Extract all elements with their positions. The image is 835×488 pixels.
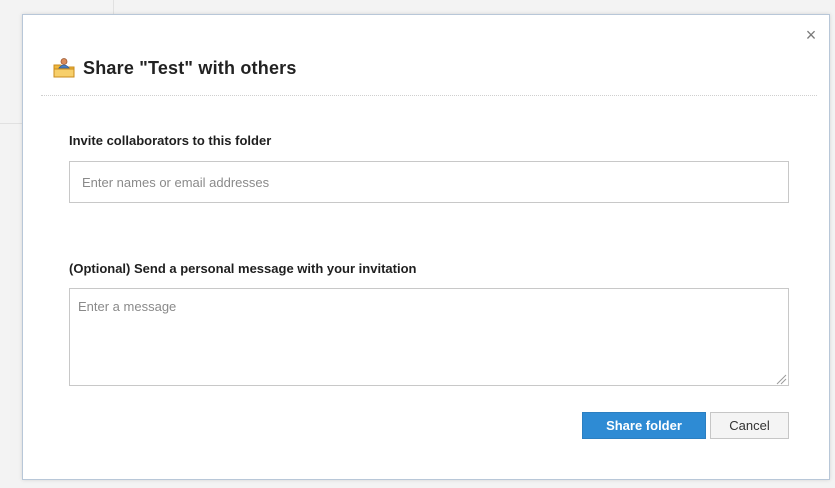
shared-folder-icon — [53, 57, 75, 79]
invite-label: Invite collaborators to this folder — [69, 133, 272, 148]
cancel-button[interactable]: Cancel — [710, 412, 789, 439]
dialog-title: Share "Test" with others — [83, 57, 297, 78]
dialog-header: Share "Test" with others — [53, 55, 297, 81]
share-folder-button[interactable]: Share folder — [582, 412, 706, 439]
resize-grip-icon[interactable] — [775, 372, 787, 385]
message-textarea[interactable] — [69, 288, 789, 386]
share-folder-dialog: × Share "Test" with others Invite collab… — [22, 14, 830, 480]
backdrop-divider — [113, 0, 114, 14]
close-icon[interactable]: × — [803, 26, 819, 44]
invite-input[interactable] — [69, 161, 789, 203]
header-divider — [41, 95, 817, 96]
message-label: (Optional) Send a personal message with … — [69, 261, 417, 276]
backdrop-divider — [0, 123, 22, 124]
